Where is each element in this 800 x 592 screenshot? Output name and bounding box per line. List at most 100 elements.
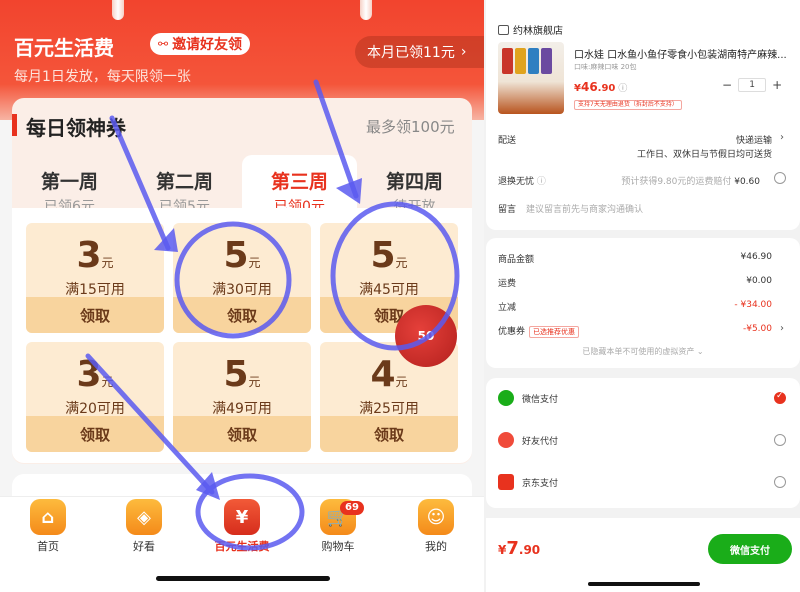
coupon-condition: 满49可用 <box>212 401 272 417</box>
coupon-condition: 满15可用 <box>65 282 125 298</box>
tab-home[interactable]: ⌂ 首页 <box>8 499 88 554</box>
cart-count-badge: 69 <box>340 501 364 515</box>
shipping-value: ¥0.00 <box>746 276 772 286</box>
product-price: ¥46.90 ⓘ <box>574 80 628 94</box>
payment-methods-card: 微信支付 好友代付 京东支付 <box>486 378 800 508</box>
coupon-card: 5元 满49可用 领取 <box>173 342 311 452</box>
friend-pay-icon <box>498 432 514 448</box>
coupon-amount: 3 <box>76 235 102 276</box>
yuan-icon: ¥ <box>224 499 260 535</box>
minus-button[interactable]: − <box>722 78 732 92</box>
coupon-unit: 元 <box>395 375 408 389</box>
coupon-unit: 元 <box>101 375 114 389</box>
home-indicator <box>588 582 700 586</box>
return-insurance: 预计获得9.80元的运费赔付 ¥0.60 <box>621 177 760 187</box>
claim-button[interactable]: 领取 <box>173 416 311 452</box>
goods-value: ¥46.90 <box>740 252 773 262</box>
wechat-pay-radio[interactable] <box>774 391 786 404</box>
store-header[interactable]: 约林旗舰店 <box>498 22 563 37</box>
delivery-method[interactable]: 快递运输 <box>736 133 772 146</box>
delivery-detail: 工作日、双休日与节假日均可送货 <box>636 150 772 160</box>
tab-cart[interactable]: 🛒 购物车 <box>298 499 378 554</box>
goods-label: 商品金额 <box>498 255 535 265</box>
quantity-stepper: − 1 + <box>722 78 782 92</box>
info-icon: ⓘ <box>536 177 546 187</box>
floating-promo-badge[interactable]: 50 <box>395 305 457 367</box>
jd-pay-radio[interactable] <box>774 476 786 488</box>
friend-pay-radio[interactable] <box>774 434 786 446</box>
info-icon[interactable]: ⓘ <box>618 84 627 94</box>
coupon-condition: 满20可用 <box>65 401 125 417</box>
tab-label: 首页 <box>37 540 59 553</box>
claim-button[interactable]: 领取 <box>173 297 311 333</box>
section-accent-bar <box>12 114 17 136</box>
monthly-claimed-button[interactable]: 本月已领11元 › <box>355 36 484 68</box>
coupon-unit: 元 <box>248 375 261 389</box>
discount-label: 立减 <box>498 303 517 313</box>
product-thumbnail[interactable] <box>498 42 564 114</box>
chevron-right-icon[interactable]: › <box>780 323 784 334</box>
invite-friends-button[interactable]: ⚯ 邀请好友领 <box>150 33 251 55</box>
binder-ring <box>112 0 124 20</box>
tab-label: 百元生活费 <box>214 540 270 553</box>
pay-button[interactable]: 微信支付 <box>708 534 792 564</box>
message-label: 留言 <box>498 205 517 215</box>
coupon-condition: 满45可用 <box>359 282 419 298</box>
payment-label[interactable]: 微信支付 <box>522 392 558 405</box>
home-icon: ⌂ <box>30 499 66 535</box>
promo-badge-value: 50 <box>417 329 435 343</box>
week-name: 第二周 <box>155 171 213 193</box>
coupon-row[interactable]: 优惠券 已选推荐优惠 <box>498 324 580 338</box>
wechat-pay-icon <box>498 390 514 406</box>
product-spec[interactable]: 口味:麻辣口味 20包 <box>574 62 637 72</box>
coupon-card: 5元 满30可用 领取 <box>173 223 311 333</box>
hidden-assets-toggle[interactable]: 已隐藏本单不可使用的虚拟资产 ⌄ <box>486 346 800 357</box>
tab-label: 购物车 <box>321 540 355 553</box>
tab-week-1[interactable]: 第一周 已领6元 <box>12 155 127 215</box>
coupon-unit: 元 <box>248 256 261 270</box>
claim-button[interactable]: 领取 <box>320 416 458 452</box>
coupon-tag: 已选推荐优惠 <box>529 326 580 338</box>
total-price: ¥7.90 <box>498 538 541 559</box>
payment-label[interactable]: 好友代付 <box>522 434 558 447</box>
tab-looks[interactable]: ◈ 好看 <box>104 499 184 554</box>
tab-me[interactable]: ☺ 我的 <box>396 499 476 554</box>
week-name: 第三周 <box>270 171 328 193</box>
coupon-value: -¥5.00 <box>742 324 772 334</box>
shipping-label: 运费 <box>498 279 517 289</box>
plus-button[interactable]: + <box>772 78 782 92</box>
coupon-amount: 4 <box>370 354 396 395</box>
coupon-unit: 元 <box>101 256 114 270</box>
chevron-right-icon[interactable]: › <box>780 132 784 143</box>
page-subtitle: 每月1日发放，每天限领一张 <box>14 69 191 85</box>
tab-week-3[interactable]: 第三周 已领0元 <box>242 155 357 215</box>
price-summary-card: 商品金额 ¥46.90 运费 ¥0.00 立减 - ¥34.00 优惠券 已选推荐… <box>486 238 800 368</box>
checkout-bar: ¥7.90 微信支付 <box>486 518 800 592</box>
product-name[interactable]: 口水娃 口水鱼小鱼仔零食小包装湖南特产麻辣... <box>574 46 794 61</box>
share-icon: ⚯ <box>158 37 169 51</box>
chevron-right-icon: › <box>460 44 467 60</box>
tab-week-4[interactable]: 第四周 待开放 <box>357 155 472 215</box>
coupon-unit: 元 <box>395 256 408 270</box>
tab-label: 好看 <box>133 540 155 553</box>
coupon-card: 3元 满20可用 领取 <box>26 342 164 452</box>
store-name: 约林旗舰店 <box>513 26 563 37</box>
order-item-card: 约林旗舰店 口水娃 口水鱼小鱼仔零食小包装湖南特产麻辣... 口味:麻辣口味 2… <box>486 0 800 230</box>
return-insurance-radio[interactable] <box>774 172 786 184</box>
claim-button[interactable]: 领取 <box>26 297 164 333</box>
return-label: 退换无忧 ⓘ <box>498 177 546 187</box>
page-title: 百元生活费 <box>14 36 114 60</box>
max-claim-label: 最多领100元 <box>366 118 455 136</box>
payment-label[interactable]: 京东支付 <box>522 476 558 489</box>
coupon-card: 3元 满15可用 领取 <box>26 223 164 333</box>
claim-button[interactable]: 领取 <box>26 416 164 452</box>
coupon-amount: 3 <box>76 354 102 395</box>
return-policy-tag: 支持7天无理由退货（拆封后不支持） <box>574 100 682 110</box>
week-tabs: 第一周 已领6元 第二周 已领5元 第三周 已领0元 第四周 待开放 <box>12 155 472 215</box>
message-input[interactable]: 建议留言前先与商家沟通确认 <box>526 202 643 215</box>
tab-week-2[interactable]: 第二周 已领5元 <box>127 155 242 215</box>
tab-allowance[interactable]: ¥ 百元生活费 <box>202 499 282 554</box>
store-icon <box>498 24 509 35</box>
quantity-value[interactable]: 1 <box>738 78 767 92</box>
home-indicator <box>156 576 330 581</box>
